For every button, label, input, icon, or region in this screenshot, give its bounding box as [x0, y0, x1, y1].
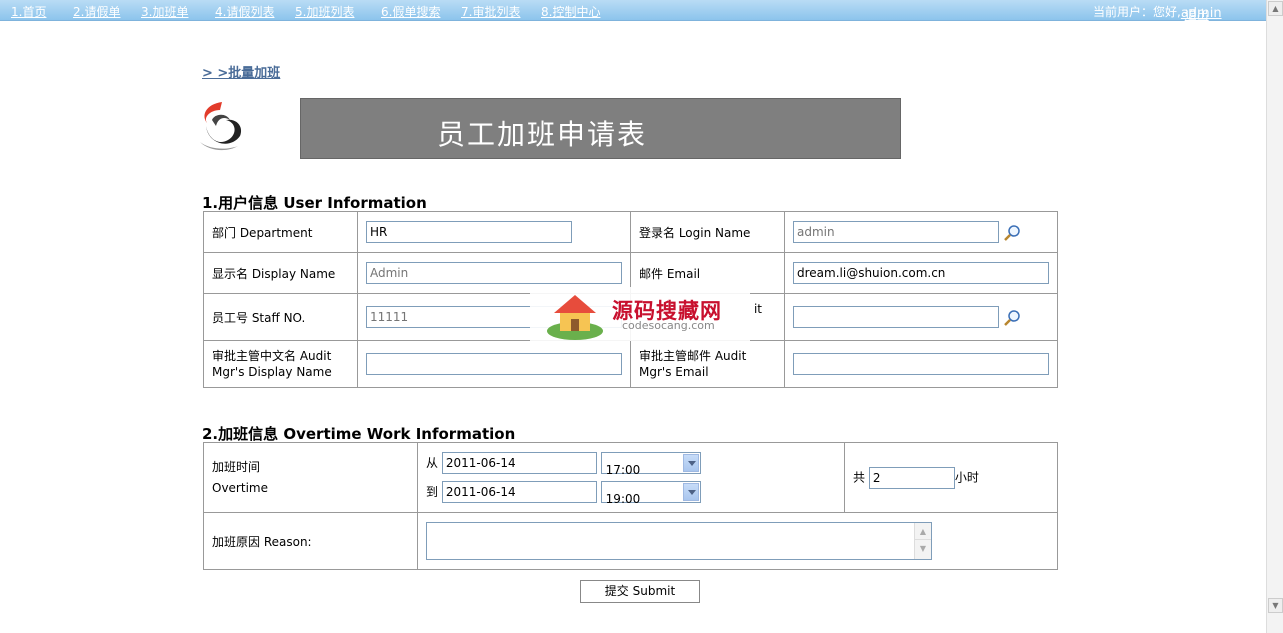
staff-number-label: 员工号 Staff NO. — [203, 293, 358, 341]
nav-item-home[interactable]: 1.首页 — [11, 3, 46, 20]
login-name-input[interactable] — [793, 221, 999, 243]
reason-textarea[interactable]: ▲ ▼ — [426, 522, 932, 560]
scroll-up-arrow-icon[interactable]: ▲ — [915, 523, 931, 540]
search-icon[interactable] — [1003, 224, 1021, 242]
chevron-down-icon[interactable] — [682, 483, 699, 501]
total-hours-input[interactable] — [868, 466, 955, 489]
search-icon[interactable] — [1003, 309, 1021, 327]
scroll-down-arrow-icon[interactable]: ▼ — [1268, 598, 1283, 613]
email-input[interactable] — [793, 262, 1049, 284]
company-logo-icon — [200, 102, 242, 151]
audit-manager-email-input[interactable] — [793, 353, 1049, 375]
chevron-down-icon[interactable] — [682, 454, 699, 472]
textarea-scrollbar[interactable]: ▲ ▼ — [914, 523, 931, 559]
current-user-info: 当前用户：您好, admin 退出 — [1093, 3, 1222, 22]
audit-manager-name-input[interactable] — [366, 353, 622, 375]
batch-overtime-link[interactable]: > >批量加班 — [202, 62, 280, 81]
scroll-up-arrow-icon[interactable]: ▲ — [1268, 1, 1283, 16]
watermark: 源码搜藏网 codesocang.com — [530, 287, 750, 341]
total-prefix: 共 — [853, 470, 866, 484]
user-info-heading: 1.用户信息 User Information — [202, 194, 427, 212]
watermark-url: codesocang.com — [622, 319, 715, 332]
to-time-value: 19:00 — [605, 492, 641, 506]
top-nav-bar: 1.首页 2.请假单 3.加班单 4.请假列表 5.加班列表 6.假单搜索 7.… — [0, 0, 1266, 22]
banner-title: 员工加班申请表 — [437, 118, 648, 151]
overtime-info-table: 加班时间 Overtime 从 17:00 到 19:00 共 小时 加班原因 … — [203, 442, 1058, 570]
nav-item-approval-list[interactable]: 7.审批列表 — [461, 3, 520, 20]
form-title-banner: 员工加班申请表 — [300, 98, 901, 159]
total-unit: 小时 — [954, 470, 979, 484]
nav-item-leave-list[interactable]: 4.请假列表 — [215, 3, 274, 20]
audit-manager-email-label: 审批主管邮件 Audit Mgr's Email — [630, 340, 785, 388]
display-name-label: 显示名 Display Name — [203, 252, 358, 294]
logout-link[interactable]: 退出 — [1185, 6, 1209, 23]
nav-item-overtime-form[interactable]: 3.加班单 — [141, 3, 188, 20]
overtime-time-label-cn: 加班时间 — [212, 459, 261, 474]
from-date-input[interactable] — [441, 452, 597, 474]
display-name-input[interactable] — [366, 262, 622, 284]
nav-item-leave-search[interactable]: 6.假单搜索 — [381, 3, 440, 20]
scroll-down-arrow-icon[interactable]: ▼ — [915, 540, 931, 557]
nav-item-overtime-list[interactable]: 5.加班列表 — [295, 3, 354, 20]
login-name-label: 登录名 Login Name — [630, 211, 785, 253]
nav-item-leave-form[interactable]: 2.请假单 — [73, 3, 120, 20]
nav-item-control-center[interactable]: 8.控制中心 — [541, 3, 600, 20]
reason-label: 加班原因 Reason: — [203, 512, 418, 570]
department-input[interactable] — [366, 221, 572, 243]
from-time-select[interactable]: 17:00 — [600, 452, 701, 477]
audit-manager-name-label: 审批主管中文名 Audit Mgr's Display Name — [203, 340, 358, 388]
audit-login-input[interactable] — [793, 306, 999, 328]
overtime-time-label-en: Overtime — [212, 480, 268, 495]
submit-button[interactable]: 提交 Submit — [580, 580, 700, 603]
overtime-info-heading: 2.加班信息 Overtime Work Information — [202, 425, 516, 443]
to-time-select[interactable]: 19:00 — [600, 481, 701, 506]
watermark-house-icon — [547, 295, 603, 340]
to-label: 到 — [426, 484, 439, 499]
from-label: 从 — [426, 455, 439, 470]
to-date-input[interactable] — [441, 481, 597, 503]
department-label: 部门 Department — [203, 211, 358, 253]
user-greeting: 当前用户：您好, — [1093, 5, 1181, 19]
vertical-scrollbar[interactable]: ▲ ▼ — [1266, 0, 1283, 633]
